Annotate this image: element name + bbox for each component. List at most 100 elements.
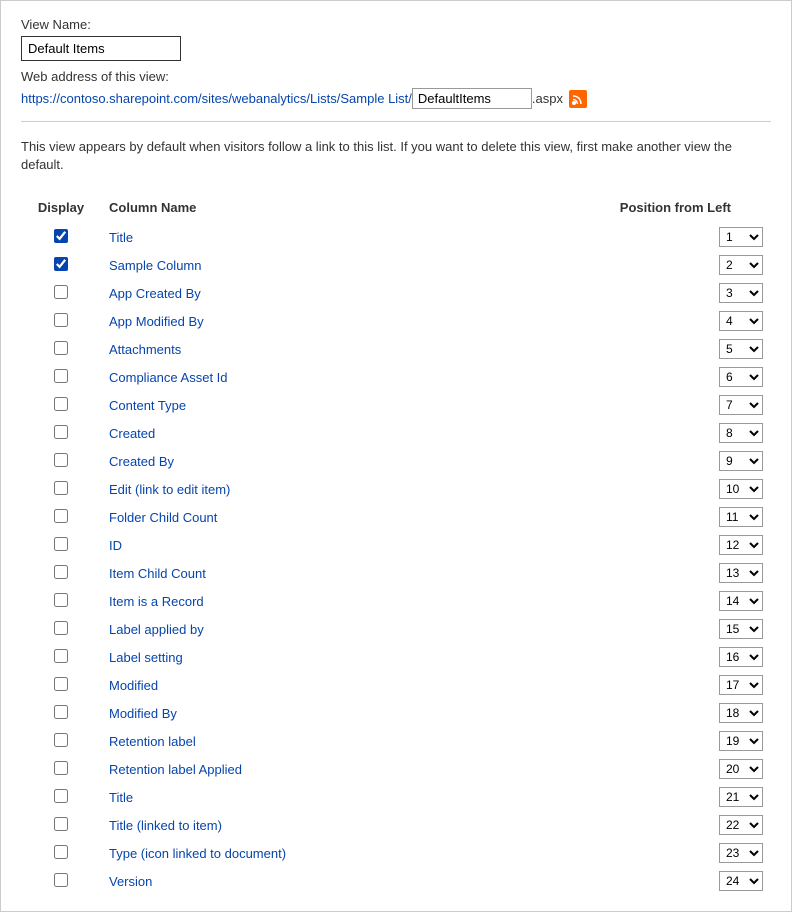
display-checkbox[interactable] xyxy=(54,761,68,775)
display-cell xyxy=(21,867,101,895)
position-cell: 123456789101112131415161718192021222324 xyxy=(468,839,771,867)
column-name-cell: Title xyxy=(101,783,468,811)
table-row: Retention label1234567891011121314151617… xyxy=(21,727,771,755)
display-cell xyxy=(21,363,101,391)
table-row: Type (icon linked to document)1234567891… xyxy=(21,839,771,867)
column-name-cell: Label setting xyxy=(101,643,468,671)
display-cell xyxy=(21,727,101,755)
position-select[interactable]: 123456789101112131415161718192021222324 xyxy=(719,535,763,555)
position-select[interactable]: 123456789101112131415161718192021222324 xyxy=(719,227,763,247)
position-select[interactable]: 123456789101112131415161718192021222324 xyxy=(719,619,763,639)
position-select[interactable]: 123456789101112131415161718192021222324 xyxy=(719,787,763,807)
display-checkbox[interactable] xyxy=(54,565,68,579)
display-checkbox[interactable] xyxy=(54,677,68,691)
display-checkbox[interactable] xyxy=(54,873,68,887)
display-checkbox[interactable] xyxy=(54,285,68,299)
table-row: Created By 123456789101112131415161718192… xyxy=(21,447,771,475)
position-select[interactable]: 123456789101112131415161718192021222324 xyxy=(719,367,763,387)
position-cell: 123456789101112131415161718192021222324 xyxy=(468,307,771,335)
column-name-cell: Created xyxy=(101,419,468,447)
position-cell: 123456789101112131415161718192021222324 xyxy=(468,699,771,727)
position-cell: 123456789101112131415161718192021222324 xyxy=(468,391,771,419)
position-select[interactable]: 123456789101112131415161718192021222324 xyxy=(719,647,763,667)
display-checkbox[interactable] xyxy=(54,257,68,271)
display-checkbox[interactable] xyxy=(54,537,68,551)
position-select[interactable]: 123456789101112131415161718192021222324 xyxy=(719,507,763,527)
position-select[interactable]: 123456789101112131415161718192021222324 xyxy=(719,311,763,331)
position-select[interactable]: 123456789101112131415161718192021222324 xyxy=(719,395,763,415)
web-address-input[interactable] xyxy=(412,88,532,109)
display-cell xyxy=(21,531,101,559)
table-row: Retention label Applied 12345678910111213… xyxy=(21,755,771,783)
table-row: Label setting 123456789101112131415161718… xyxy=(21,643,771,671)
display-checkbox[interactable] xyxy=(54,649,68,663)
position-cell: 123456789101112131415161718192021222324 xyxy=(468,363,771,391)
position-select[interactable]: 123456789101112131415161718192021222324 xyxy=(719,843,763,863)
position-cell: 123456789101112131415161718192021222324 xyxy=(468,643,771,671)
position-select[interactable]: 123456789101112131415161718192021222324 xyxy=(719,479,763,499)
display-checkbox[interactable] xyxy=(54,481,68,495)
display-checkbox[interactable] xyxy=(54,425,68,439)
display-cell xyxy=(21,503,101,531)
display-checkbox[interactable] xyxy=(54,341,68,355)
display-checkbox[interactable] xyxy=(54,733,68,747)
position-select[interactable]: 123456789101112131415161718192021222324 xyxy=(719,675,763,695)
position-cell: 123456789101112131415161718192021222324 xyxy=(468,559,771,587)
display-checkbox[interactable] xyxy=(54,705,68,719)
table-row: Version123456789101112131415161718192021… xyxy=(21,867,771,895)
column-name-cell: Retention label Applied xyxy=(101,755,468,783)
display-cell xyxy=(21,811,101,839)
table-row: App Created By12345678910111213141516171… xyxy=(21,279,771,307)
position-select[interactable]: 123456789101112131415161718192021222324 xyxy=(719,731,763,751)
position-select[interactable]: 123456789101112131415161718192021222324 xyxy=(719,871,763,891)
column-name-cell: Title (linked to item) xyxy=(101,811,468,839)
display-checkbox[interactable] xyxy=(54,593,68,607)
column-name-cell: Item is a Record xyxy=(101,587,468,615)
display-cell xyxy=(21,783,101,811)
position-select[interactable]: 123456789101112131415161718192021222324 xyxy=(719,563,763,583)
column-name-cell: Created By xyxy=(101,447,468,475)
table-row: Title 12345678910111213141516171819202122… xyxy=(21,783,771,811)
position-select[interactable]: 123456789101112131415161718192021222324 xyxy=(719,423,763,443)
position-select[interactable]: 123456789101112131415161718192021222324 xyxy=(719,339,763,359)
display-checkbox[interactable] xyxy=(54,621,68,635)
column-name-cell: Content Type xyxy=(101,391,468,419)
position-select[interactable]: 123456789101112131415161718192021222324 xyxy=(719,451,763,471)
web-address-label: Web address of this view: xyxy=(21,69,771,84)
display-checkbox[interactable] xyxy=(54,229,68,243)
table-row: Edit (link to edit item)1234567891011121… xyxy=(21,475,771,503)
column-name-cell: Sample Column xyxy=(101,251,468,279)
table-row: ID12345678910111213141516171819202122232… xyxy=(21,531,771,559)
display-cell xyxy=(21,335,101,363)
column-name-cell: Item Child Count xyxy=(101,559,468,587)
view-name-input[interactable] xyxy=(21,36,181,61)
display-checkbox[interactable] xyxy=(54,453,68,467)
rss-icon[interactable] xyxy=(569,90,587,108)
table-row: Compliance Asset Id123456789101112131415… xyxy=(21,363,771,391)
display-checkbox[interactable] xyxy=(54,845,68,859)
position-cell: 123456789101112131415161718192021222324 xyxy=(468,447,771,475)
display-checkbox[interactable] xyxy=(54,817,68,831)
display-cell xyxy=(21,475,101,503)
display-cell xyxy=(21,223,101,251)
web-address-url: https://contoso.sharepoint.com/sites/web… xyxy=(21,91,412,106)
display-cell xyxy=(21,447,101,475)
position-select[interactable]: 123456789101112131415161718192021222324 xyxy=(719,703,763,723)
web-address-aspx: .aspx xyxy=(532,91,563,106)
position-select[interactable]: 123456789101112131415161718192021222324 xyxy=(719,759,763,779)
display-checkbox[interactable] xyxy=(54,397,68,411)
position-select[interactable]: 123456789101112131415161718192021222324 xyxy=(719,283,763,303)
position-cell: 123456789101112131415161718192021222324 xyxy=(468,615,771,643)
position-select[interactable]: 123456789101112131415161718192021222324 xyxy=(719,255,763,275)
display-checkbox[interactable] xyxy=(54,509,68,523)
display-checkbox[interactable] xyxy=(54,313,68,327)
display-checkbox[interactable] xyxy=(54,789,68,803)
position-cell: 123456789101112131415161718192021222324 xyxy=(468,279,771,307)
position-cell: 123456789101112131415161718192021222324 xyxy=(468,755,771,783)
position-select[interactable]: 123456789101112131415161718192021222324 xyxy=(719,815,763,835)
table-row: Item is a Record 123456789101112131415161… xyxy=(21,587,771,615)
table-row: App Modified By1234567891011121314151617… xyxy=(21,307,771,335)
display-checkbox[interactable] xyxy=(54,369,68,383)
position-select[interactable]: 123456789101112131415161718192021222324 xyxy=(719,591,763,611)
display-cell xyxy=(21,839,101,867)
